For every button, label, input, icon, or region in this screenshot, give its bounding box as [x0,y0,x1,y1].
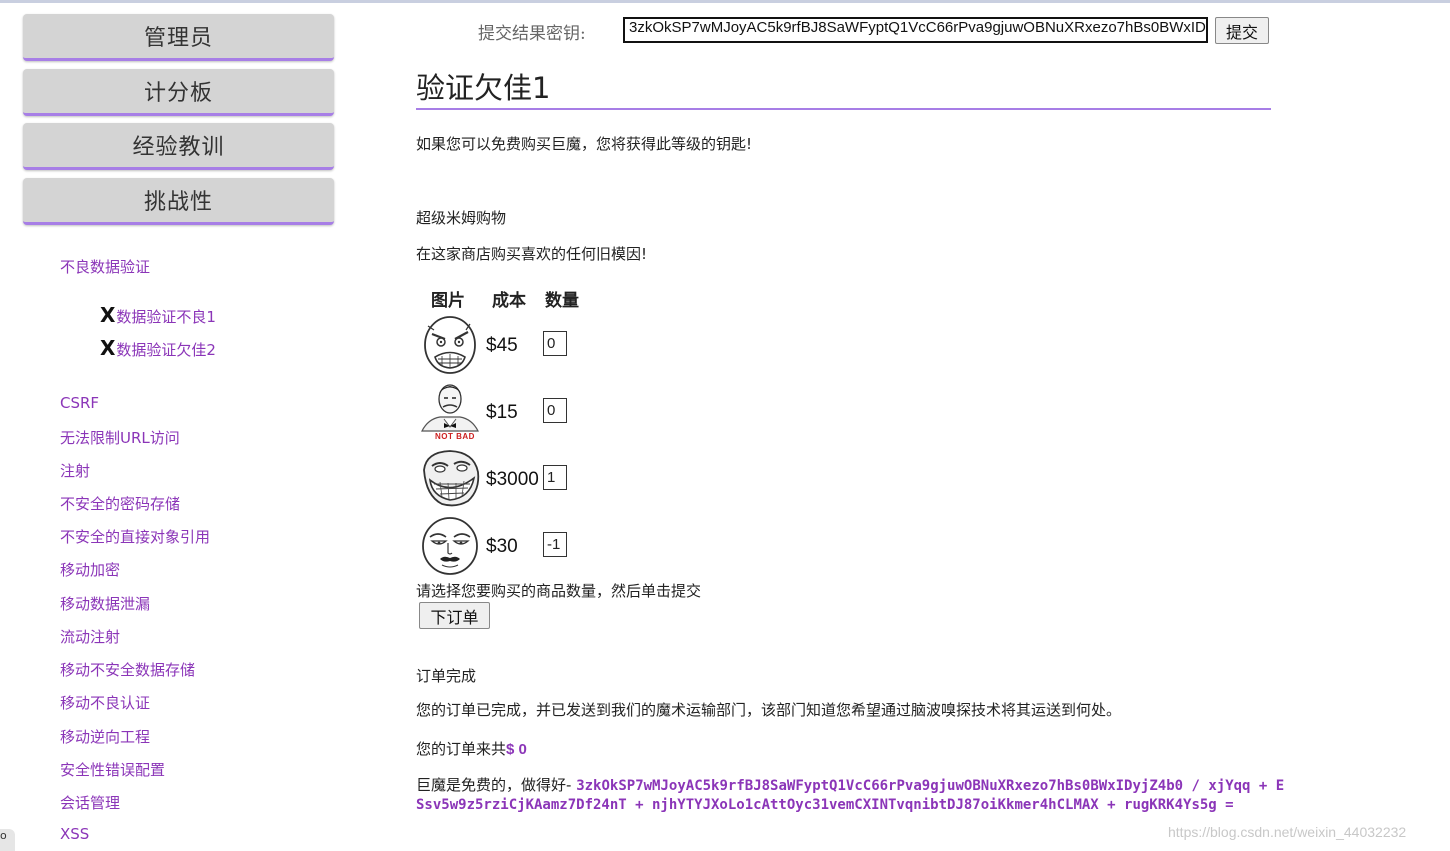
order-message: 您的订单已完成，并已发送到我们的魔术运输部门，该部门知道您希望通过脑波嗅探技术将… [416,701,1122,719]
rage-face-icon [424,316,476,374]
main-content: 提交结果密钥: 3zkOkSP7wMJoyAC5k9rfBJ8SaWFyptQ1… [0,3,1450,851]
order-total-line: 您的订单来共$ 0 [416,738,527,759]
page-title: 验证欠佳1 [416,71,551,105]
intro-text: 如果您可以免费购买巨魔，您将获得此等级的钥匙! [416,135,753,153]
instruction-text: 请选择您要购买的商品数量，然后单击提交 [416,582,702,600]
place-order-button[interactable]: 下订单 [419,602,490,629]
item-price: $45 [486,335,518,356]
shop-description: 在这家商店购买喜欢的任何旧模因! [416,245,648,263]
header-quantity: 数量 [545,291,579,311]
order-complete-heading: 订单完成 [416,667,477,685]
quantity-input[interactable]: 0 [543,331,567,356]
result-key-input[interactable]: 3zkOkSP7wMJoyAC5k9rfBJ8SaWFyptQ1VcC66rPv… [623,17,1208,43]
quantity-input[interactable]: 1 [543,465,567,490]
order-total-label: 您的订单来共 [416,740,507,758]
free-label: 巨魔是免费的，做得好- [416,776,577,794]
title-divider [416,108,1271,110]
item-price: $30 [486,536,518,557]
header-cost: 成本 [492,291,526,311]
result-key-label: 提交结果密钥: [478,24,586,44]
not-bad-caption: NOT BAD [435,432,475,441]
watermark: https://blog.csdn.net/weixin_44032232 [1168,824,1407,840]
item-price: $3000 [486,469,539,490]
quantity-input[interactable]: -1 [543,532,567,557]
result-key-text: 巨魔是免费的，做得好- 3zkOkSP7wMJoyAC5k9rfBJ8SaWFy… [416,776,1286,815]
troll-face-icon [423,450,480,507]
submit-key-button[interactable]: 提交 [1215,17,1269,44]
order-total-value: $ 0 [506,741,527,758]
quantity-input[interactable]: 0 [543,398,567,423]
shop-title: 超级米姆购物 [416,209,507,227]
me-gusta-face-icon [422,517,478,575]
header-image: 图片 [431,291,465,311]
item-price: $15 [486,402,518,423]
